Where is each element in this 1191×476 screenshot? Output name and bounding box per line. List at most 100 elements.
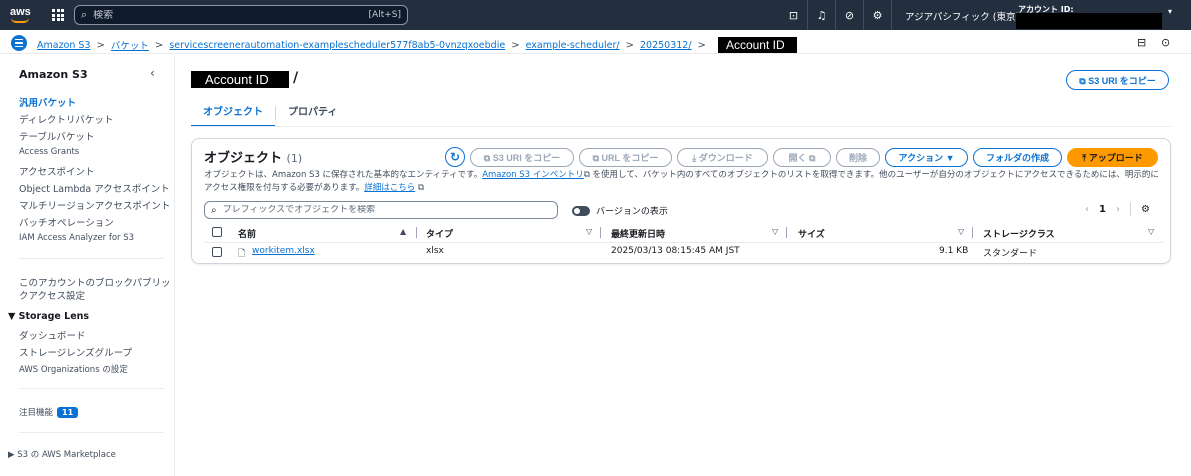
desc-text-1: オブジェクトは、Amazon S3 に保存された基本的なエンティティです。 (204, 170, 483, 180)
copy-url-button[interactable]: ⧉ URL をコピー (579, 148, 672, 167)
row-checkbox[interactable] (212, 247, 222, 257)
sort-icon[interactable]: ▽ (586, 227, 592, 236)
objects-count: (1) (286, 152, 303, 165)
sort-icon[interactable]: ▽ (958, 227, 964, 236)
sidebar-item-marketplace[interactable]: ▶ S3 の AWS Marketplace (8, 448, 116, 460)
cloudshell-icon[interactable]: ⊡ (780, 0, 808, 30)
breadcrumb-subfolder[interactable]: 20250312/ (640, 40, 692, 51)
learn-more-link[interactable]: 詳細はこちら (364, 183, 415, 193)
featured-label: 注目機能 (19, 408, 54, 418)
open-button[interactable]: 開く ⧉ (773, 148, 831, 167)
show-versions-toggle-wrap[interactable]: バージョンの表示 (572, 204, 668, 217)
sidebar-item-general-buckets[interactable]: 汎用バケット (19, 95, 76, 109)
breadcrumb: Amazon S3 > バケット > servicescreenerautoma… (37, 37, 797, 53)
breadcrumb-separator: > (154, 39, 164, 51)
refresh-icon[interactable]: ↻ (445, 147, 465, 167)
sidebar-item-iam-access-analyzer[interactable]: IAM Access Analyzer for S3 (19, 233, 134, 243)
show-versions-toggle[interactable] (572, 205, 590, 216)
external-link-icon: ⧉ (415, 183, 425, 193)
sidebar-item-block-public-access-line2[interactable]: クアクセス設定 (19, 288, 85, 302)
help-icon[interactable]: ⊘ (836, 0, 864, 30)
hamburger-menu-icon[interactable] (11, 35, 27, 51)
column-divider (786, 227, 787, 238)
tab-properties[interactable]: プロパティ (275, 106, 349, 120)
settings-icon[interactable]: ⚙ (864, 0, 892, 30)
object-name-link[interactable]: workitem.xlsx (252, 246, 315, 256)
table-settings-icon[interactable]: ⚙ (1141, 204, 1150, 215)
select-all-checkbox[interactable] (212, 227, 222, 237)
breadcrumb-separator: > (96, 39, 105, 51)
column-type[interactable]: タイプ (426, 227, 453, 240)
copy-s3-uri-button[interactable]: ⧉ S3 URI をコピー (470, 148, 574, 167)
breadcrumb-s3[interactable]: Amazon S3 (37, 40, 91, 51)
sidebar-item-block-public-access-line1[interactable]: このアカウントのブロックパブリッ (19, 275, 171, 289)
page-title-slash: / (293, 70, 299, 86)
sidebar-item-access-grants[interactable]: Access Grants (19, 147, 79, 157)
breadcrumb-buckets[interactable]: バケット (111, 38, 149, 52)
column-last-modified[interactable]: 最終更新日時 (611, 227, 665, 240)
services-grid-icon[interactable] (52, 9, 64, 21)
sidebar-item-organizations-settings[interactable]: AWS Organizations の設定 (19, 363, 128, 375)
object-last-modified: 2025/03/13 08:15:45 AM JST (611, 246, 740, 256)
object-storage-class: スタンダード (983, 249, 1038, 259)
column-name[interactable]: 名前 (238, 227, 256, 240)
show-versions-label: バージョンの表示 (596, 207, 668, 217)
sidebar-item-object-lambda[interactable]: Object Lambda アクセスポイント (19, 181, 170, 195)
top-navigation: aws ⌕ [Alt+S] ⊡ ♫ ⊘ ⚙ アジアパシフィック (東京) ▾ ア… (0, 0, 1191, 30)
create-folder-button[interactable]: フォルダの作成 (973, 148, 1062, 167)
region-selector[interactable]: アジアパシフィック (東京) ▾ (905, 9, 1027, 23)
bell-icon[interactable]: ♫ (808, 0, 836, 30)
breadcrumb-separator: > (697, 39, 706, 51)
next-page-icon[interactable]: › (1116, 204, 1120, 215)
upload-button[interactable]: ⤒ アップロード (1067, 148, 1158, 167)
breadcrumb-folder[interactable]: example-scheduler/ (526, 40, 620, 51)
file-icon: 🗋 (238, 249, 246, 259)
global-search-box[interactable]: ⌕ [Alt+S] (74, 5, 408, 25)
sidebar-item-multi-region[interactable]: マルチリージョンアクセスポイント (19, 198, 170, 212)
column-size[interactable]: サイズ (798, 227, 825, 240)
sort-asc-icon[interactable]: ▲ (400, 227, 406, 236)
sidebar-item-batch-operations[interactable]: バッチオペレーション (19, 215, 114, 229)
objects-title-text: オブジェクト (204, 151, 283, 166)
breadcrumb-separator: > (625, 39, 634, 51)
search-icon: ⌕ (211, 204, 217, 216)
sidebar-item-table-buckets[interactable]: テーブルバケット (19, 129, 94, 143)
account-id-redacted[interactable] (1016, 13, 1162, 29)
delete-button[interactable]: 削除 (836, 148, 880, 167)
tab-objects[interactable]: オブジェクト (191, 102, 275, 127)
breadcrumb-bucket[interactable]: servicescreenerautomation-exampleschedul… (169, 40, 505, 51)
actions-dropdown-button[interactable]: アクション ▼ (885, 148, 968, 167)
sidebar-item-storage-lens-groups[interactable]: ストレージレンズグループ (19, 345, 132, 359)
aws-logo[interactable]: aws (10, 6, 31, 18)
page-title-redacted: Account ID (191, 71, 289, 88)
breadcrumb-redacted: Account ID (717, 37, 797, 53)
sidebar-item-featured[interactable]: 注目機能 11 (19, 406, 79, 418)
sidebar-item-access-points[interactable]: アクセスポイント (19, 164, 95, 178)
page-number[interactable]: 1 (1099, 204, 1106, 215)
column-storage-class[interactable]: ストレージクラス (983, 227, 1055, 240)
prev-page-icon[interactable]: ‹ (1085, 204, 1089, 215)
sort-icon[interactable]: ▽ (772, 227, 778, 236)
sidebar-close-icon[interactable]: ‹ (150, 66, 155, 80)
table-row[interactable]: 🗋 workitem.xlsx xlsx 2025/03/13 08:15:45… (204, 245, 1164, 261)
sidebar-item-dashboards[interactable]: ダッシュボード (19, 328, 86, 342)
objects-panel: オブジェクト (1) ↻ ⧉ S3 URI をコピー ⧉ URL をコピー ⤓ … (191, 138, 1171, 264)
column-divider (600, 227, 601, 238)
sidebar-divider (19, 388, 164, 389)
breadcrumb-separator: > (511, 39, 520, 51)
sidebar-item-directory-buckets[interactable]: ディレクトリバケット (19, 112, 113, 126)
object-filter-box[interactable]: ⌕ (204, 201, 558, 219)
column-divider (416, 227, 417, 238)
global-search-input[interactable] (93, 9, 369, 21)
inventory-link[interactable]: Amazon S3 インベントリ (482, 170, 584, 180)
sort-icon[interactable]: ▽ (1148, 227, 1154, 236)
object-type: xlsx (426, 246, 444, 256)
info-panel-icon[interactable]: ⊙ (1161, 36, 1170, 49)
sidebar-section-storage-lens[interactable]: ▼ Storage Lens (8, 311, 89, 322)
notifications-panel-icon[interactable]: ⊟ (1137, 36, 1146, 49)
object-filter-input[interactable] (222, 205, 551, 215)
sidebar: Amazon S3 ‹ 汎用バケット ディレクトリバケット テーブルバケット A… (0, 55, 175, 476)
copy-s3-uri-top-button[interactable]: ⧉ S3 URI をコピー (1066, 70, 1169, 90)
account-menu-caret-icon[interactable]: ▾ (1168, 7, 1172, 16)
download-button[interactable]: ⤓ ダウンロード (677, 148, 768, 167)
